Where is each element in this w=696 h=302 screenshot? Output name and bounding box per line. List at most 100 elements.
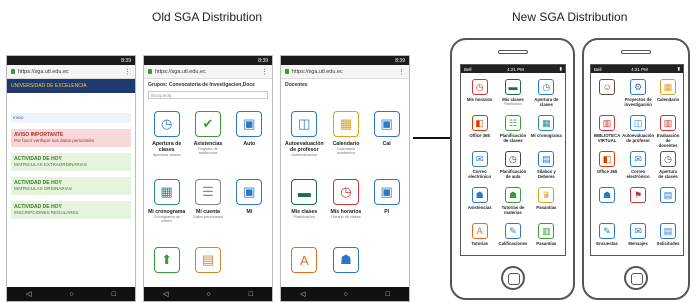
calendar-icon: ▦: [660, 79, 677, 95]
person-icon: ☗: [471, 187, 488, 203]
app-tile[interactable]: ▦ Mi cronograma Cronograma de clases: [148, 171, 185, 235]
notice-card[interactable]: AVISO IMPORTANTE Por favor verifique sus …: [11, 129, 131, 147]
app-tile[interactable]: ▥ Evaluación de docentes: [656, 113, 680, 148]
app-tile[interactable]: ◷ Planificación de aula: [497, 149, 528, 183]
app-tile[interactable]: ◷ Apertura de clases: [531, 77, 562, 111]
app-tile[interactable]: ✎ Calificaciones: [497, 221, 528, 255]
app-tile[interactable]: ☗: [594, 185, 620, 219]
home-icon[interactable]: ○: [69, 291, 73, 298]
app-tile[interactable]: ⚑: [622, 185, 654, 219]
ios-status-bar: Bell 4:21 PM ▮: [591, 65, 683, 73]
status-time: 8:39: [121, 57, 131, 64]
recents-icon[interactable]: □: [249, 291, 253, 298]
url-text[interactable]: https://sga.utl.edu.ec: [292, 69, 343, 75]
app-tile[interactable]: ◫ Autoevaluación de profesor Autoevaluació…: [285, 103, 324, 167]
app-tile[interactable]: ☷ Planificación de clases: [497, 113, 528, 147]
app-tile[interactable]: ◷ Apertura de clases: [656, 149, 680, 183]
tile-icon: ▣: [236, 179, 263, 205]
tile-label: Office 365: [469, 133, 490, 138]
old-phone-home: 8:39 https://sga.utl.edu.ec ⋮ UNIVERSIDAD…: [6, 55, 136, 302]
tile-label: Apertura de clases: [152, 141, 182, 153]
browser-url-bar[interactable]: https://sga.utl.edu.ec ⋮: [144, 65, 272, 79]
browser-url-bar[interactable]: https://sga.utl.edu.ec ⋮: [7, 65, 135, 79]
clipboard-icon: ☷: [504, 115, 521, 131]
app-tile[interactable]: ✉ Correo electrónico: [622, 149, 654, 183]
app-tile[interactable]: ◧ Office 365: [464, 113, 495, 147]
browser-url-bar[interactable]: https://sga.utl.edu.ec ⋮: [281, 65, 409, 79]
new-distribution-heading: New SGA Distribution: [512, 10, 628, 24]
tile-label: Mis horarios: [466, 97, 493, 102]
app-tile[interactable]: ▣ Cal: [368, 103, 405, 167]
pencil-icon: ✎: [504, 223, 521, 239]
app-tile[interactable]: ▦ Calendario: [656, 77, 680, 111]
home-icon[interactable]: ○: [206, 291, 210, 298]
app-tile[interactable]: ▥ BIBLIOTECA VIRTUAL: [594, 113, 620, 147]
home-button-icon[interactable]: [624, 266, 648, 290]
recents-icon[interactable]: □: [112, 291, 116, 298]
app-tile[interactable]: ▬ Mis clases Planificación: [497, 77, 528, 111]
back-icon[interactable]: ◁: [26, 290, 31, 298]
app-tile[interactable]: ◫ Autoevaluación de profesor: [622, 113, 654, 147]
menu-icon[interactable]: ⋮: [398, 68, 405, 76]
app-tile[interactable]: ▦ Mi cronograma: [531, 113, 562, 147]
app-tile[interactable]: ▤: [656, 185, 680, 219]
battery-icon: ▮: [559, 66, 562, 71]
menu-icon[interactable]: ⋮: [124, 68, 131, 76]
app-tile[interactable]: ▬ Mis clases Planificación: [285, 171, 324, 235]
app-tile[interactable]: ✎ Encuestas: [594, 221, 620, 255]
tile-label: Apertura de clases: [534, 97, 559, 107]
tile-grid: ◷ Mis horarios ▬ Mis clases Planificación ◷ Ap…: [461, 73, 565, 255]
app-tile[interactable]: ▣ Pl: [368, 171, 405, 235]
tile-label: Tutorías de materias: [501, 205, 525, 215]
search-input[interactable]: Busqueda: [148, 91, 268, 99]
calendar-icon: ▦: [332, 111, 359, 137]
tile-icon: ▣: [373, 179, 400, 205]
android-status-bar: 8:39: [281, 56, 409, 65]
menu-icon[interactable]: ⋮: [261, 68, 268, 76]
notice-card[interactable]: ACTIVIDAD DE HOY INSCRIPCIONES REGULARES: [11, 201, 131, 219]
tile-label: Calificaciones: [498, 241, 528, 246]
app-tile[interactable]: ◷ Apertura de clases Aperturar clases: [148, 103, 185, 167]
app-tile[interactable]: ✔ Asistencias Registro de asistencias: [189, 103, 226, 167]
app-tile[interactable]: ✉ Correo electrónico: [464, 149, 495, 183]
android-nav-bar: ◁ ○ □: [144, 287, 272, 301]
tile-caption: Planificación: [504, 102, 522, 106]
home-icon[interactable]: ○: [343, 291, 347, 298]
letter-a-icon: A: [471, 223, 488, 239]
app-tile[interactable]: ◷ Mis horarios: [464, 77, 495, 111]
app-tile[interactable]: ☰ Mi cuenta Datos personales: [189, 171, 226, 235]
app-tile[interactable]: ◷ Mis horarios Horario de clases: [328, 171, 365, 235]
back-icon[interactable]: ◁: [300, 290, 305, 298]
recents-icon[interactable]: □: [386, 291, 390, 298]
app-tile[interactable]: A Tutorías: [464, 221, 495, 255]
new-phone-teacher: Bell 4:21 PM ▮ ☺ ⚙ Proyectos de investigació…: [582, 38, 690, 300]
tile-label: Apertura de clases: [658, 169, 678, 179]
calendar-icon: ▦: [538, 115, 555, 131]
url-text[interactable]: https://sga.utl.edu.ec: [18, 69, 69, 75]
app-tile[interactable]: ☗ Asistencias: [464, 185, 495, 219]
notice-card[interactable]: ACTIVIDAD DE HOY MATRICULAS EXTRAORDINARI…: [11, 153, 131, 171]
breadcrumb[interactable]: Inicio: [11, 113, 131, 123]
avatar-icon: ☺: [599, 79, 616, 95]
app-tile[interactable]: ▤ Solicitudes: [656, 221, 680, 255]
app-tile[interactable]: ⚙ Proyectos de investigación: [622, 77, 654, 111]
notice-text: MATRICULAS EXTRAORDINARIAS: [14, 162, 87, 167]
app-tile[interactable]: ▣ Mi: [231, 171, 268, 235]
app-tile[interactable]: ▦ Calendario Calendario académico: [328, 103, 365, 167]
app-tile[interactable]: ▤ Sílabos y Deberes: [531, 149, 562, 183]
app-tile[interactable]: ▣ Auto: [231, 103, 268, 167]
app-tile[interactable]: ☺: [594, 77, 620, 111]
url-text[interactable]: https://sga.utl.edu.ec: [155, 69, 206, 75]
app-tile[interactable]: ◧ Office 365: [594, 149, 620, 183]
app-tile[interactable]: ✉ Mensajes: [622, 221, 654, 255]
tile-icon: ▣: [236, 111, 263, 137]
app-tile[interactable]: ▥ Pasantías: [531, 221, 562, 255]
clock-icon: ◷: [332, 179, 359, 205]
tile-label: Planificación de clases: [499, 133, 527, 143]
app-tile[interactable]: ♛ Pasantías: [531, 185, 562, 219]
home-button-icon[interactable]: [500, 266, 525, 290]
notice-card[interactable]: ACTIVIDAD DE HOY MATRICULAS ORDINARIAS: [11, 177, 131, 195]
back-icon[interactable]: ◁: [163, 290, 168, 298]
old-distribution-heading: Old SGA Distribution: [152, 10, 263, 24]
app-tile[interactable]: ☗ Tutorías de materias: [497, 185, 528, 219]
